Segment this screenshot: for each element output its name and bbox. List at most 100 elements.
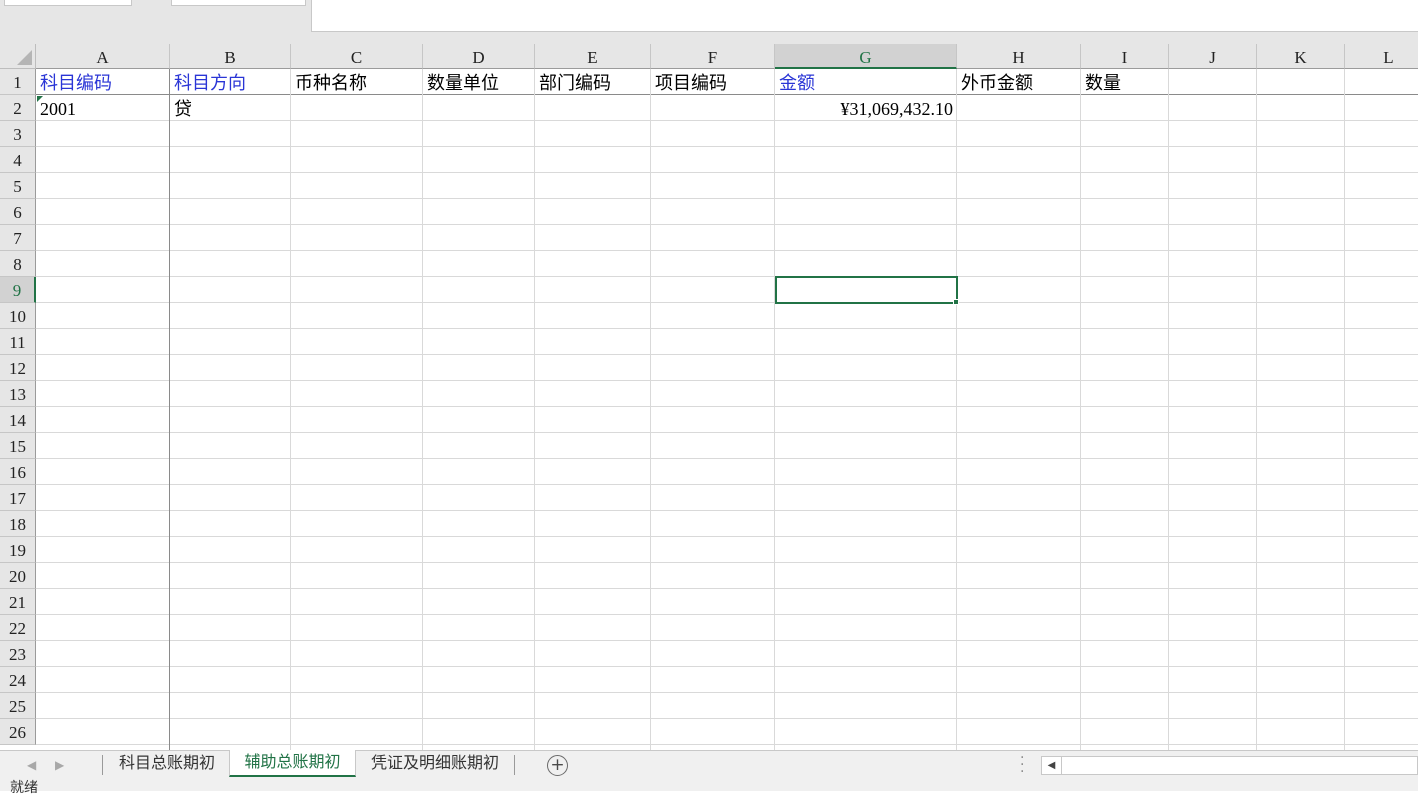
column-header-F[interactable]: F [651,44,775,69]
ribbon-area [0,0,1418,44]
row-header-11[interactable]: 11 [0,329,36,355]
row-header-4[interactable]: 4 [0,147,36,173]
grid-row-line [36,718,1418,719]
column-header-D[interactable]: D [423,44,535,69]
prev-sheet-icon[interactable]: ◀ [27,758,36,772]
worksheet-grid[interactable]: ABCDEFGHIJKL 1 2 3 4 5 6 7 8 9 10 11 12 13 14 15 16 17 18… [0,44,1418,750]
cell-C1[interactable]: 币种名称 [291,69,423,95]
row-header-23[interactable]: 23 [0,641,36,667]
row-header-26[interactable]: 26 [0,719,36,745]
column-header-A[interactable]: A [36,44,170,69]
cell-area[interactable]: 科目编码 科目方向 币种名称 数量单位 部门编码 项目编码 金额 外币金额 数量… [36,69,1418,750]
tab-divider [102,755,103,775]
cell-A1[interactable]: 科目编码 [36,69,170,95]
grid-row-line [36,198,1418,199]
grid-row-line [36,744,1418,745]
status-text: 就绪 [10,780,38,796]
name-box[interactable] [4,0,132,6]
grid-row-line [36,354,1418,355]
grid-column-line [534,69,535,750]
row-header-14[interactable]: 14 [0,407,36,433]
grid-row-line [36,510,1418,511]
column-header-C[interactable]: C [291,44,423,69]
grid-column-line [422,69,423,750]
grid-row-line [36,172,1418,173]
grid-row-line [36,640,1418,641]
grid-column-line [290,69,291,750]
row-header-7[interactable]: 7 [0,225,36,251]
row-header-5[interactable]: 5 [0,173,36,199]
cell-I1[interactable]: 数量 [1081,69,1169,95]
column-header-L[interactable]: L [1345,44,1418,69]
row-header-6[interactable]: 6 [0,199,36,225]
column-header-E[interactable]: E [535,44,651,69]
sheet-tab-1[interactable]: 科目总账期初 [108,751,226,777]
cell-E1[interactable]: 部门编码 [535,69,651,95]
grid-row-line [36,484,1418,485]
column-header-H[interactable]: H [957,44,1081,69]
formula-bar[interactable] [311,0,1418,32]
grid-row-line [36,458,1418,459]
active-cell-selection[interactable] [775,276,958,304]
row-header-8[interactable]: 8 [0,251,36,277]
cell-F1[interactable]: 项目编码 [651,69,775,95]
grid-row-line [36,302,1418,303]
row-header-2[interactable]: 2 [0,95,36,121]
tab-divider [514,755,515,775]
cell-B2[interactable]: 贷 [170,95,291,121]
scroll-left-icon[interactable]: ◀ [1042,757,1062,774]
cell-G1[interactable]: 金额 [775,69,957,95]
grid-column-line [1080,69,1081,750]
row-header-12[interactable]: 12 [0,355,36,381]
row-header-19[interactable]: 19 [0,537,36,563]
row-header-15[interactable]: 15 [0,433,36,459]
grid-row-line [36,692,1418,693]
row-header-16[interactable]: 16 [0,459,36,485]
row-header-24[interactable]: 24 [0,667,36,693]
sheet-tab-3[interactable]: 凭证及明细账期初 [360,751,510,777]
column-header-G[interactable]: G [775,44,957,69]
column-header-B[interactable]: B [170,44,291,69]
select-all-corner[interactable] [0,44,36,69]
column-header-I[interactable]: I [1081,44,1169,69]
row-header-18[interactable]: 18 [0,511,36,537]
row-header-22[interactable]: 22 [0,615,36,641]
grid-row-line [36,276,1418,277]
grid-row-line [36,224,1418,225]
horizontal-scrollbar[interactable]: ◀ [1041,756,1418,775]
cell-G2[interactable]: ¥31,069,432.10 [775,95,957,121]
column-header-J[interactable]: J [1169,44,1257,69]
grid-row-line [36,666,1418,667]
grid-row-line [36,146,1418,147]
grid-row-line [36,380,1418,381]
row-header-13[interactable]: 13 [0,381,36,407]
fill-handle[interactable] [953,299,959,305]
row-header-10[interactable]: 10 [0,303,36,329]
splitter-dots-icon[interactable]: · · · [1020,751,1024,779]
cell-H1[interactable]: 外币金额 [957,69,1081,95]
add-sheet-button[interactable]: + [547,755,568,776]
next-sheet-icon[interactable]: ▶ [55,758,64,772]
row-header-17[interactable]: 17 [0,485,36,511]
cell-D1[interactable]: 数量单位 [423,69,535,95]
formula-controls[interactable] [171,0,306,6]
sheet-tab-2[interactable]: 辅助总账期初 [229,750,356,777]
grid-column-line [774,69,775,750]
grid-column-line [956,69,957,750]
column-header-K[interactable]: K [1257,44,1345,69]
row-header-25[interactable]: 25 [0,693,36,719]
row-header-3[interactable]: 3 [0,121,36,147]
grid-column-line [1256,69,1257,750]
cell-A2[interactable]: 2001 [36,95,170,121]
row-header-9[interactable]: 9 [0,277,36,303]
grid-row-line [36,406,1418,407]
grid-column-line [650,69,651,750]
grid-row-line [36,614,1418,615]
status-bar: 就绪 [0,779,1418,795]
row-header-21[interactable]: 21 [0,589,36,615]
sheet-tab-bar: ◀ ▶ 科目总账期初 辅助总账期初 凭证及明细账期初 + · · · ◀ [0,750,1418,779]
row-header-20[interactable]: 20 [0,563,36,589]
cell-B1[interactable]: 科目方向 [170,69,291,95]
row-header-1[interactable]: 1 [0,69,36,95]
grid-column-line [169,69,170,750]
